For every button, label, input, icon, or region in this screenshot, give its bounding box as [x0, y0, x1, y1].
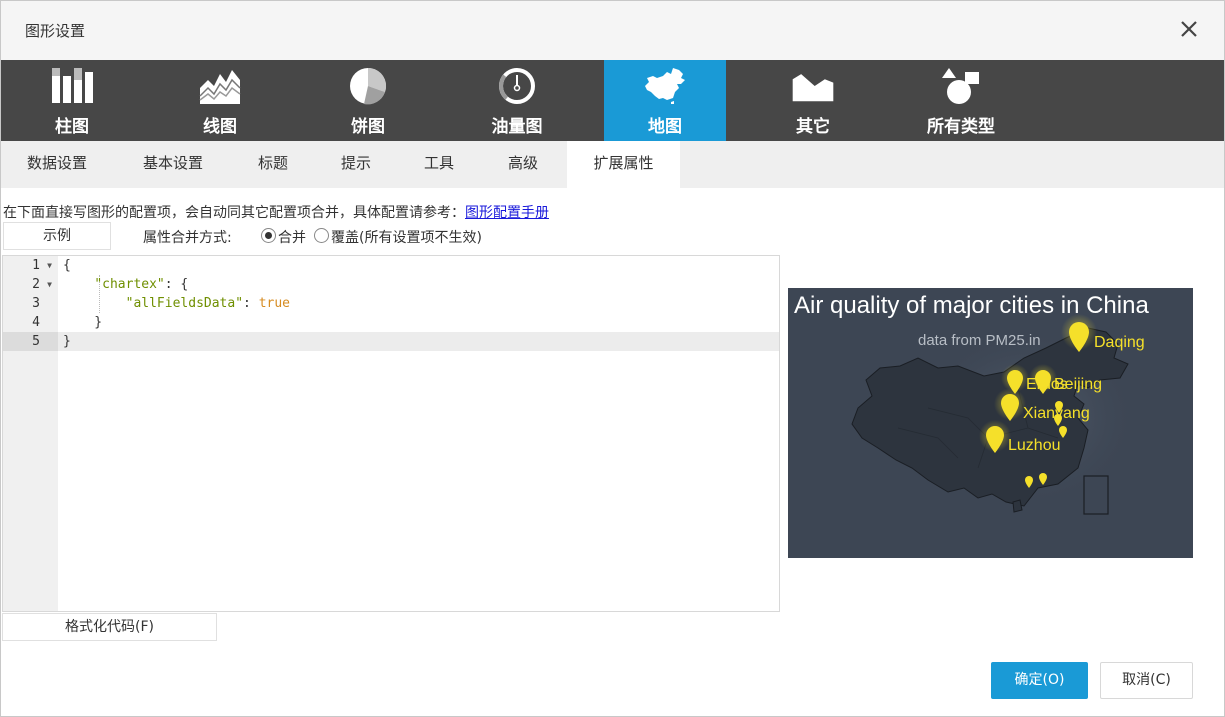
- line-number: 5: [3, 332, 58, 351]
- config-manual-link[interactable]: 图形配置手册: [465, 205, 549, 221]
- config-hint: 在下面直接写图形的配置项，会自动同其它配置项合并，具体配置请参考：图形配置手册: [3, 202, 549, 222]
- chart-type-label: 线图: [203, 117, 237, 137]
- chart-type-label: 柱图: [55, 117, 89, 137]
- code-line: }: [58, 332, 779, 351]
- city-label: Daqing: [1094, 334, 1145, 351]
- chart-type-gauge[interactable]: 油量图: [456, 60, 578, 141]
- tab-basic-settings[interactable]: 基本设置: [121, 141, 225, 188]
- tab-advanced[interactable]: 高级: [491, 141, 555, 188]
- other-chart-icon: [792, 74, 834, 102]
- merge-radio[interactable]: [261, 228, 276, 243]
- code-line: {: [63, 258, 71, 273]
- line-number: 1 ▼: [32, 256, 52, 275]
- china-map-icon: [645, 68, 685, 104]
- editor-gutter: 1 ▼ 2 ▼ 3 4 5: [3, 256, 58, 611]
- ok-button[interactable]: 确定(O): [991, 662, 1088, 699]
- fold-arrow-icon[interactable]: ▼: [47, 275, 52, 294]
- cancel-button[interactable]: 取消(C): [1100, 662, 1193, 699]
- chart-type-line[interactable]: 线图: [159, 60, 281, 141]
- code-line: "chartex": {: [94, 277, 189, 292]
- all-types-icon: [942, 68, 979, 104]
- chart-type-label: 其它: [796, 117, 830, 137]
- config-hint-text: 在下面直接写图形的配置项，会自动同其它配置项合并，具体配置请参考：: [3, 205, 465, 221]
- tab-data-settings[interactable]: 数据设置: [1, 141, 113, 188]
- line-number: 4: [32, 315, 40, 330]
- chart-type-bar[interactable]: 柱图: [11, 60, 133, 141]
- chart-settings-dialog: 图形设置 柱图 线图 饼图 油量图 地图 其它 所有类型 数据设置 基本设置 标…: [0, 0, 1225, 717]
- city-label: Luzhou: [1008, 437, 1061, 454]
- format-code-button[interactable]: 格式化代码(F): [2, 613, 217, 641]
- chart-type-other[interactable]: 其它: [752, 60, 874, 141]
- chart-type-label: 饼图: [351, 117, 385, 137]
- map-preview: Air quality of major cities in China dat…: [788, 288, 1193, 558]
- chart-type-label: 地图: [648, 117, 682, 137]
- merge-mode-label: 属性合并方式:: [143, 230, 232, 246]
- tab-extended-properties[interactable]: 扩展属性: [567, 141, 680, 188]
- chart-type-pie[interactable]: 饼图: [307, 60, 429, 141]
- fold-arrow-icon[interactable]: ▼: [47, 256, 52, 275]
- override-radio-label: 覆盖(所有设置项不生效): [331, 230, 482, 246]
- map-preview-image: Air quality of major cities in China dat…: [788, 288, 1193, 558]
- override-radio[interactable]: [314, 228, 329, 243]
- city-label: Erdos: [1026, 376, 1068, 393]
- close-icon[interactable]: [1176, 16, 1202, 42]
- chart-type-all[interactable]: 所有类型: [900, 60, 1022, 141]
- code-line: "allFieldsData": true: [125, 296, 290, 311]
- line-number: 2 ▼: [32, 275, 52, 294]
- chart-type-toolbar: 柱图 线图 饼图 油量图 地图 其它 所有类型: [1, 60, 1224, 141]
- line-number: 3: [32, 296, 40, 311]
- tab-tooltip[interactable]: 提示: [324, 141, 388, 188]
- code-editor[interactable]: 1 ▼ 2 ▼ 3 4 5 { "chartex": { "allFieldsDat…: [2, 255, 780, 612]
- preview-title: Air quality of major cities in China: [794, 292, 1149, 319]
- preview-subtitle: data from PM25.in: [918, 332, 1041, 349]
- merge-radio-label: 合并: [278, 230, 306, 246]
- pie-chart-icon: [350, 67, 387, 105]
- example-button[interactable]: 示例: [3, 222, 111, 250]
- code-line: }: [63, 315, 103, 330]
- bar-chart-icon: [52, 68, 93, 103]
- dialog-title: 图形设置: [25, 22, 86, 40]
- chart-type-map[interactable]: 地图: [604, 60, 726, 141]
- gauge-chart-icon: [499, 67, 535, 104]
- chart-type-label: 所有类型: [927, 117, 995, 137]
- city-label: Xianyang: [1023, 405, 1090, 422]
- tab-title[interactable]: 标题: [241, 141, 305, 188]
- line-chart-icon: [199, 70, 241, 104]
- dialog-titlebar: 图形设置: [1, 1, 1224, 60]
- settings-tabs: 数据设置 基本设置 标题 提示 工具 高级 扩展属性: [1, 141, 1224, 188]
- chart-type-label: 油量图: [491, 117, 543, 137]
- tab-tools[interactable]: 工具: [407, 141, 471, 188]
